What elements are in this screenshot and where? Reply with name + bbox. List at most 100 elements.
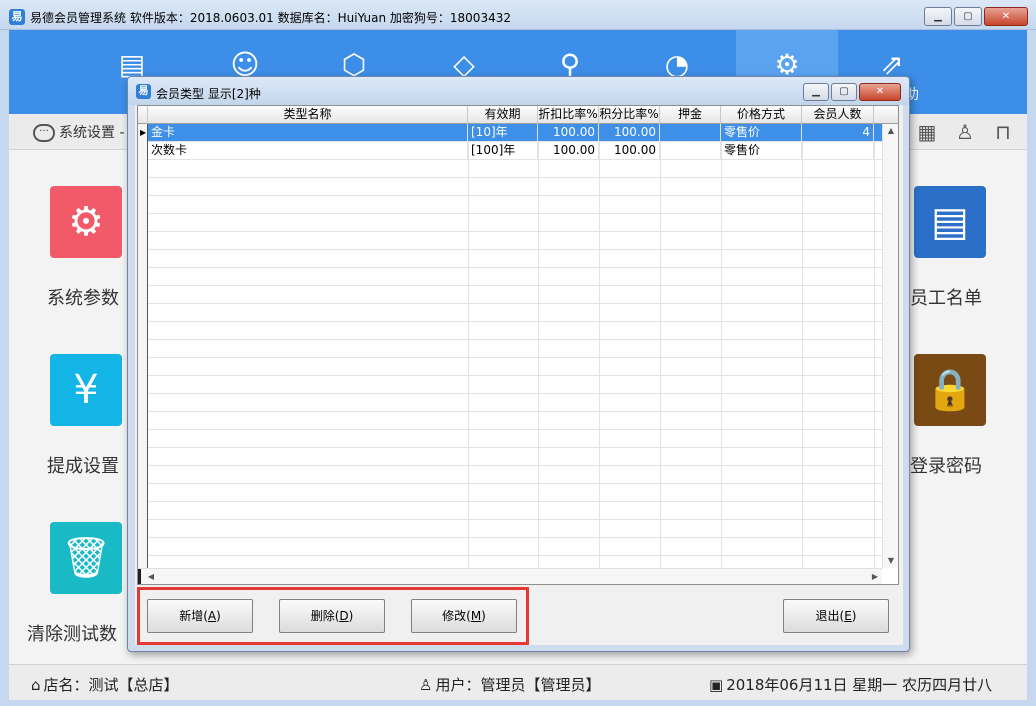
money-bag-icon: ¥ bbox=[73, 367, 99, 413]
add-button-hotkey: A bbox=[207, 609, 217, 623]
scroll-right-icon[interactable]: ▶ bbox=[868, 569, 882, 584]
table-row[interactable]: 金卡 [10]年 100.00 100.00 零售价 4 bbox=[148, 124, 882, 142]
app-logo-icon: 易 bbox=[136, 84, 151, 99]
main-window-controls: ▁ ▢ ✕ bbox=[924, 7, 1028, 26]
empty-table-row bbox=[148, 412, 882, 430]
cell-validity: [10]年 bbox=[468, 124, 538, 142]
header-indicator bbox=[138, 106, 148, 124]
cell-points: 100.00 bbox=[599, 142, 660, 160]
horizontal-scrollbar[interactable]: ◀ ▶ bbox=[138, 568, 882, 584]
dialog-button-area: 新增(A) 删除(D) 修改(M) 退出(E) bbox=[135, 587, 903, 645]
system-params-tile[interactable]: ⚙ bbox=[50, 186, 122, 258]
empty-table-row bbox=[148, 340, 882, 358]
status-store: ⌂ 店名：测试【总店】 bbox=[31, 674, 179, 695]
dialog-window-controls: ▁ ▢ ✕ bbox=[803, 83, 901, 101]
scroll-left-icon[interactable]: ◀ bbox=[144, 569, 158, 584]
staff-list-tile[interactable]: ▤ bbox=[914, 186, 986, 258]
empty-table-row bbox=[148, 484, 882, 502]
header-price-mode[interactable]: 价格方式 bbox=[721, 106, 802, 124]
dialog-minimize-button[interactable]: ▁ bbox=[803, 83, 829, 101]
cell-deposit bbox=[660, 142, 721, 160]
exit-button[interactable]: 退出(E) bbox=[783, 599, 889, 633]
breadcrumb-label: 系统设置 - bbox=[59, 125, 125, 141]
scroll-down-icon[interactable]: ▼ bbox=[883, 554, 898, 568]
lock-icon[interactable]: ⊓ bbox=[991, 120, 1015, 144]
status-user: ♙ 用户：管理员【管理员】 bbox=[419, 674, 600, 695]
add-button-label: 新增( bbox=[179, 609, 208, 623]
commission-label[interactable]: 提成设置 bbox=[47, 452, 119, 478]
system-params-label[interactable]: 系统参数 bbox=[47, 284, 119, 310]
delete-button[interactable]: 删除(D) bbox=[279, 599, 385, 633]
member-type-grid[interactable]: 类型名称 有效期 折扣比率% 积分比率% 押金 价格方式 会员人数 ▶ 金卡 [… bbox=[137, 105, 899, 585]
empty-table-row bbox=[148, 178, 882, 196]
dialog-titlebar[interactable]: 易 会员类型 显示[2]种 ▁ ▢ ✕ bbox=[128, 77, 909, 105]
empty-table-row bbox=[148, 466, 882, 484]
table-row[interactable]: 次数卡 [100]年 100.00 100.00 零售价 bbox=[148, 142, 882, 160]
empty-table-row bbox=[148, 286, 882, 304]
cell-type-name: 金卡 bbox=[148, 124, 468, 142]
main-maximize-button[interactable]: ▢ bbox=[954, 7, 982, 26]
scroll-left-edge bbox=[138, 569, 141, 584]
document-icon: ▤ bbox=[931, 199, 969, 245]
row-indicator-column bbox=[138, 124, 148, 568]
cell-discount: 100.00 bbox=[538, 142, 599, 160]
empty-table-row bbox=[148, 268, 882, 286]
vertical-scrollbar[interactable]: ▲ ▼ bbox=[882, 124, 898, 568]
cell-points: 100.00 bbox=[599, 124, 660, 142]
empty-table-row bbox=[148, 358, 882, 376]
app-logo-icon: 易 bbox=[9, 9, 25, 25]
header-members[interactable]: 会员人数 bbox=[802, 106, 874, 124]
clear-test-tile[interactable]: 🗑 bbox=[50, 522, 122, 594]
cell-members bbox=[802, 142, 874, 160]
empty-table-row bbox=[148, 448, 882, 466]
commission-tile[interactable]: ¥ bbox=[50, 354, 122, 426]
add-button-label-end: ) bbox=[216, 609, 221, 623]
scroll-up-icon[interactable]: ▲ bbox=[883, 124, 898, 138]
main-minimize-button[interactable]: ▁ bbox=[924, 7, 952, 26]
dialog-close-button[interactable]: ✕ bbox=[859, 83, 901, 101]
add-button[interactable]: 新增(A) bbox=[147, 599, 253, 633]
exit-button-label-end: ) bbox=[851, 609, 857, 623]
modify-button-label-end: ) bbox=[481, 609, 486, 623]
header-discount[interactable]: 折扣比率% bbox=[538, 106, 599, 124]
empty-table-row bbox=[148, 250, 882, 268]
modify-button[interactable]: 修改(M) bbox=[411, 599, 517, 633]
dialog-maximize-button[interactable]: ▢ bbox=[831, 83, 857, 101]
empty-table-row bbox=[148, 430, 882, 448]
status-date-text: 2018年06月11日 星期一 农历四月廿八 bbox=[726, 676, 993, 694]
header-type-name[interactable]: 类型名称 bbox=[148, 106, 468, 124]
header-points[interactable]: 积分比率% bbox=[599, 106, 660, 124]
empty-table-row bbox=[148, 394, 882, 412]
empty-table-row bbox=[148, 502, 882, 520]
cell-deposit bbox=[660, 124, 721, 142]
shirt-icon[interactable]: ♙ bbox=[953, 120, 977, 144]
header-validity[interactable]: 有效期 bbox=[468, 106, 538, 124]
staff-list-label[interactable]: 员工名单 bbox=[910, 284, 982, 310]
empty-table-row bbox=[148, 214, 882, 232]
dialog-title: 会员类型 显示[2]种 bbox=[156, 87, 261, 101]
header-deposit[interactable]: 押金 bbox=[660, 106, 721, 124]
modify-button-hotkey: M bbox=[470, 609, 482, 623]
clear-test-label[interactable]: 清除测试数 bbox=[27, 620, 117, 646]
user-icon: ♙ bbox=[419, 676, 433, 694]
exit-button-label: 退出( bbox=[815, 609, 845, 623]
main-window-titlebar: 易 易德会员管理系统 软件版本：2018.0603.01 数据库名：HuiYua… bbox=[0, 0, 1036, 30]
delete-button-label-end: ) bbox=[348, 609, 354, 623]
calculator-icon[interactable]: ▦ bbox=[915, 120, 939, 144]
empty-table-row bbox=[148, 322, 882, 340]
trash-icon: 🗑 bbox=[60, 535, 112, 581]
cell-type-name: 次数卡 bbox=[148, 142, 468, 160]
empty-table-row bbox=[148, 376, 882, 394]
member-type-dialog: 易 会员类型 显示[2]种 ▁ ▢ ✕ 类型名称 有效期 折扣比率% 积分比率%… bbox=[127, 76, 910, 652]
delete-button-hotkey: D bbox=[339, 609, 349, 623]
empty-table-row bbox=[148, 538, 882, 556]
status-bar: ⌂ 店名：测试【总店】 ♙ 用户：管理员【管理员】 ▣ 2018年06月11日 星期一… bbox=[9, 664, 1027, 700]
empty-table-row bbox=[148, 304, 882, 322]
login-password-label[interactable]: 登录密码 bbox=[910, 452, 982, 478]
calendar-icon: ▣ bbox=[709, 676, 724, 694]
status-date: ▣ 2018年06月11日 星期一 农历四月廿八 bbox=[709, 674, 992, 695]
empty-table-row bbox=[148, 160, 882, 178]
main-close-button[interactable]: ✕ bbox=[984, 7, 1028, 26]
empty-table-row bbox=[148, 520, 882, 538]
login-password-tile[interactable]: 🔒 bbox=[914, 354, 986, 426]
